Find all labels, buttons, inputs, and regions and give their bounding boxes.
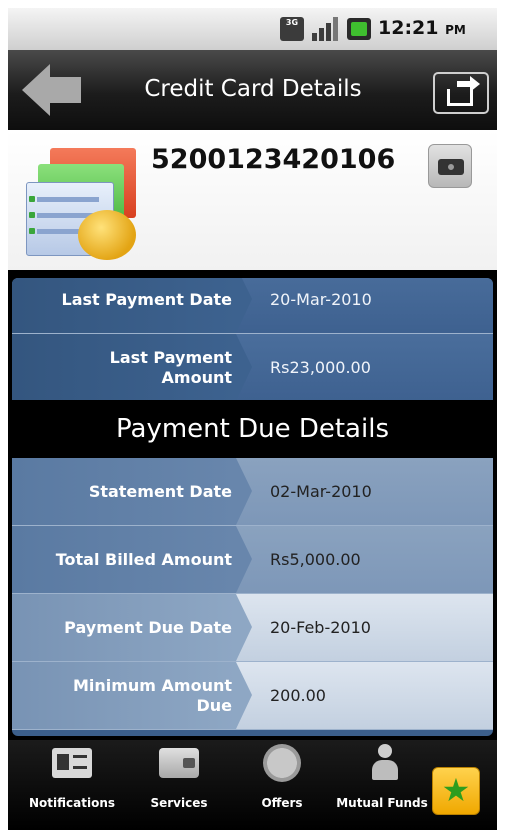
notifications-icon <box>52 748 92 778</box>
app-frame: 3G 12:21 PM Credit Card Details 52001234… <box>8 8 497 830</box>
card-header: 5200123420106 <box>8 130 497 270</box>
detail-row-total-billed-amount: Total Billed Amount Rs5,000.00 <box>12 526 493 594</box>
detail-label: Last Payment Date <box>61 289 232 309</box>
detail-row-statement-date: Statement Date 02-Mar-2010 <box>12 458 493 526</box>
battery-icon <box>347 18 371 40</box>
signal-icon <box>312 17 338 41</box>
card-number: 5200123420106 <box>151 144 396 175</box>
section-heading: Payment Due Details <box>12 400 493 458</box>
detail-value: 02-Mar-2010 <box>270 482 372 501</box>
credit-card-piggy-bank-icon <box>20 148 140 266</box>
title-bar: Credit Card Details <box>8 50 497 130</box>
details-list[interactable]: Last Payment Date 20-Mar-2010 Last Payme… <box>12 278 493 736</box>
detail-label: Payment Due Date <box>64 617 232 637</box>
3g-icon: 3G <box>280 17 304 41</box>
status-clock: 12:21 PM <box>378 17 466 39</box>
wallet-icon <box>159 748 199 778</box>
status-bar: 3G 12:21 PM <box>8 8 497 50</box>
detail-value: 200.00 <box>270 686 326 705</box>
detail-label: Last Payment Amount <box>109 347 232 387</box>
bottom-nav: Notifications Services Offers Mutual Fun… <box>8 740 497 830</box>
nav-label: Mutual Funds <box>336 796 428 810</box>
detail-label: Statement Date <box>88 481 232 501</box>
camera-button[interactable] <box>428 144 472 188</box>
nav-notifications[interactable]: Notifications <box>22 740 122 830</box>
offers-badge-icon <box>263 744 301 782</box>
detail-value: Rs5,000.00 <box>270 550 361 569</box>
nav-services[interactable]: Services <box>129 740 229 830</box>
detail-value: Rs23,000.00 <box>270 358 371 377</box>
page-title: Credit Card Details <box>144 76 362 102</box>
nav-mutual-funds[interactable]: Mutual Funds <box>332 740 428 830</box>
star-icon: ★ <box>441 771 471 809</box>
nav-label: Services <box>150 796 208 810</box>
nav-label: Notifications <box>28 796 116 810</box>
nav-label: Offers <box>261 796 303 810</box>
favorite-button[interactable]: ★ <box>432 767 480 815</box>
nav-offers[interactable]: Offers <box>232 740 332 830</box>
share-button[interactable] <box>433 72 489 114</box>
mutual-funds-icon <box>372 744 398 780</box>
detail-label: Minimum Amount Due <box>72 675 232 715</box>
detail-label: Total Billed Amount <box>55 549 232 569</box>
detail-row-last-payment-amount: Last Payment Amount Rs23,000.00 <box>12 334 493 402</box>
camera-icon <box>438 159 464 175</box>
detail-row-payment-due-date: Payment Due Date 20-Feb-2010 <box>12 594 493 662</box>
detail-row-last-payment-date: Last Payment Date 20-Mar-2010 <box>12 278 493 334</box>
back-button[interactable] <box>22 64 84 116</box>
detail-value: 20-Feb-2010 <box>270 618 371 637</box>
detail-value: 20-Mar-2010 <box>270 290 372 309</box>
detail-row-minimum-amount-due: Minimum Amount Due 200.00 <box>12 662 493 730</box>
